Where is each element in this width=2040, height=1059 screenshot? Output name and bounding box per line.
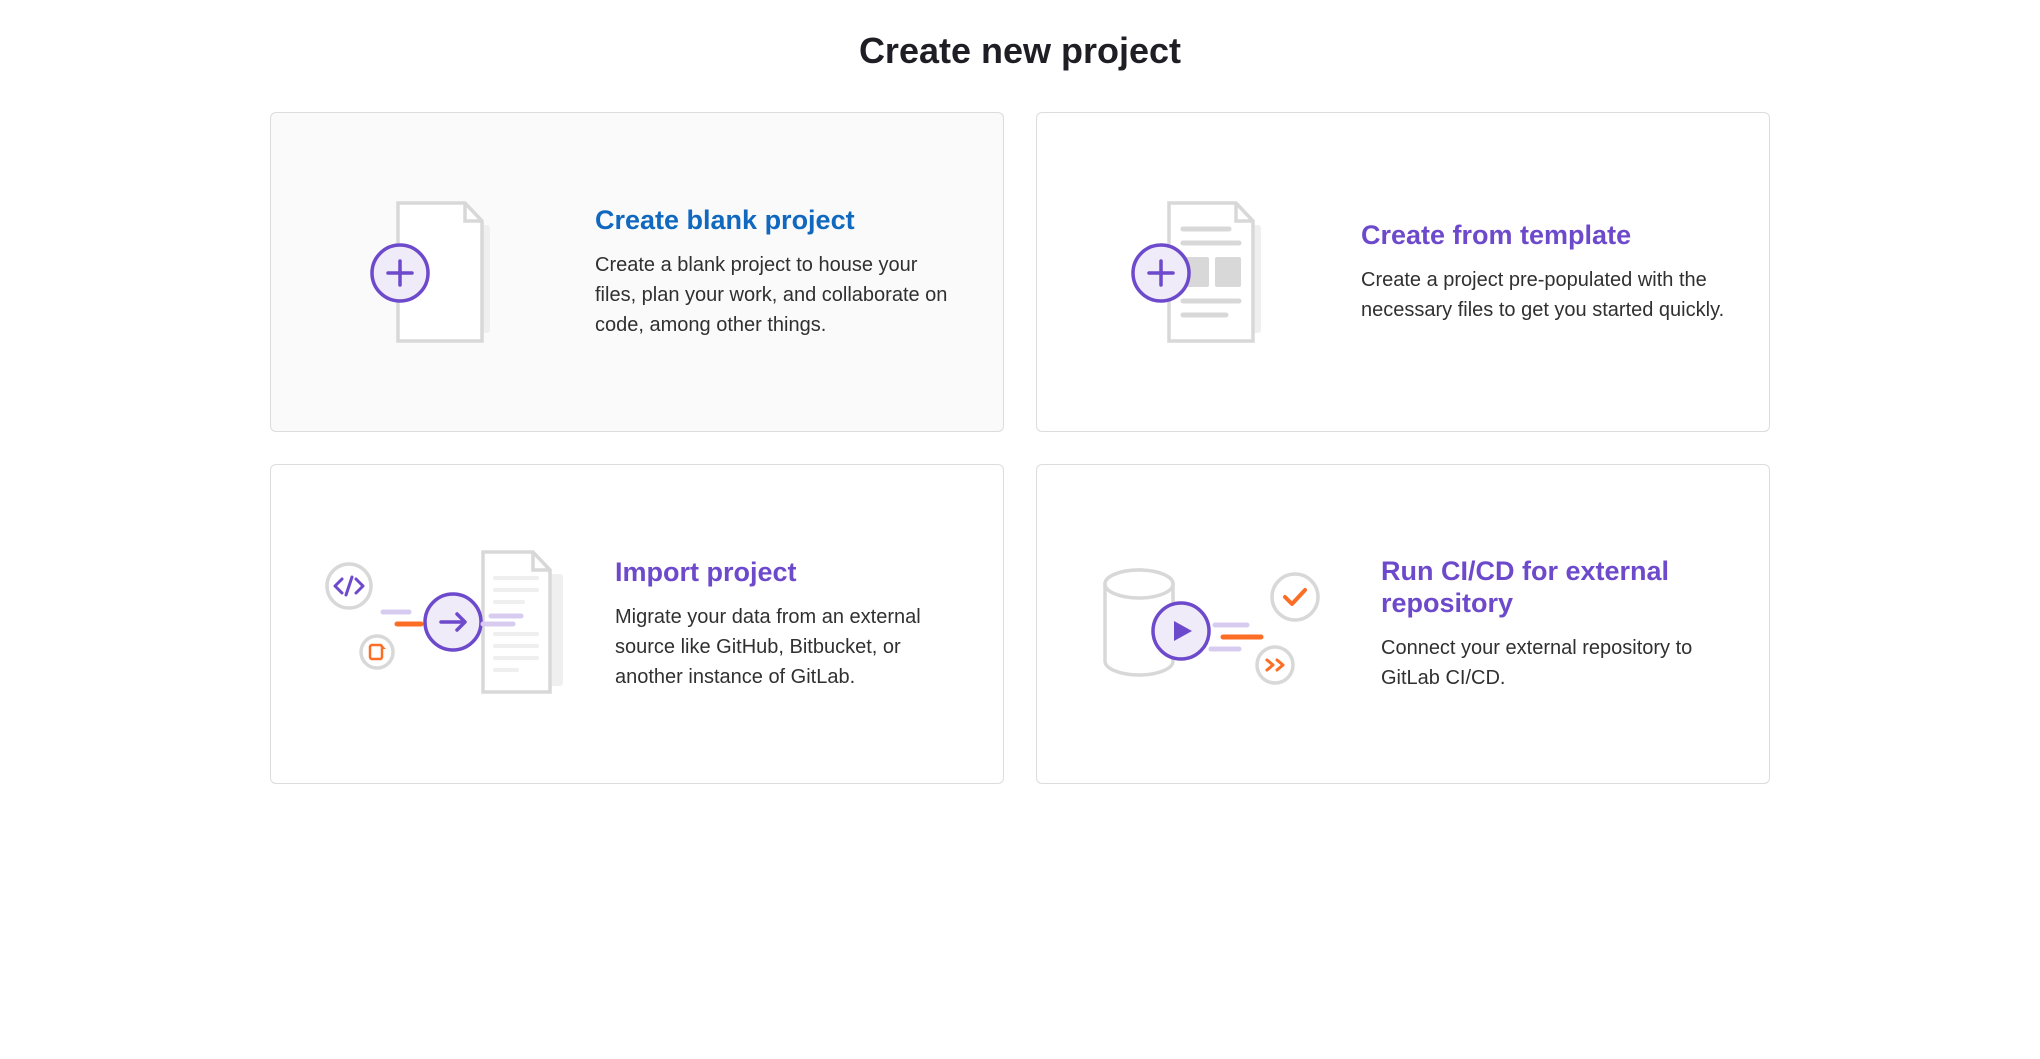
import-icon	[315, 544, 575, 704]
run-cicd-card[interactable]: Run CI/CD for external repository Connec…	[1036, 464, 1770, 784]
cicd-icon	[1081, 549, 1341, 699]
card-description-cicd: Connect your external repository to GitL…	[1381, 633, 1725, 693]
card-title-template: Create from template	[1361, 219, 1725, 251]
card-title-cicd: Run CI/CD for external repository	[1381, 555, 1725, 620]
blank-project-icon	[315, 195, 555, 350]
import-project-card[interactable]: Import project Migrate your data from an…	[270, 464, 1004, 784]
card-title-blank: Create blank project	[595, 204, 959, 236]
cards-grid: Create blank project Create a blank proj…	[270, 112, 1770, 784]
card-description-template: Create a project pre-populated with the …	[1361, 265, 1725, 325]
card-description-import: Migrate your data from an external sourc…	[615, 602, 959, 692]
create-from-template-card[interactable]: Create from template Create a project pr…	[1036, 112, 1770, 432]
template-icon	[1081, 195, 1321, 350]
page-title: Create new project	[270, 30, 1770, 72]
create-blank-project-card[interactable]: Create blank project Create a blank proj…	[270, 112, 1004, 432]
card-description-blank: Create a blank project to house your fil…	[595, 250, 959, 340]
card-title-import: Import project	[615, 556, 959, 588]
